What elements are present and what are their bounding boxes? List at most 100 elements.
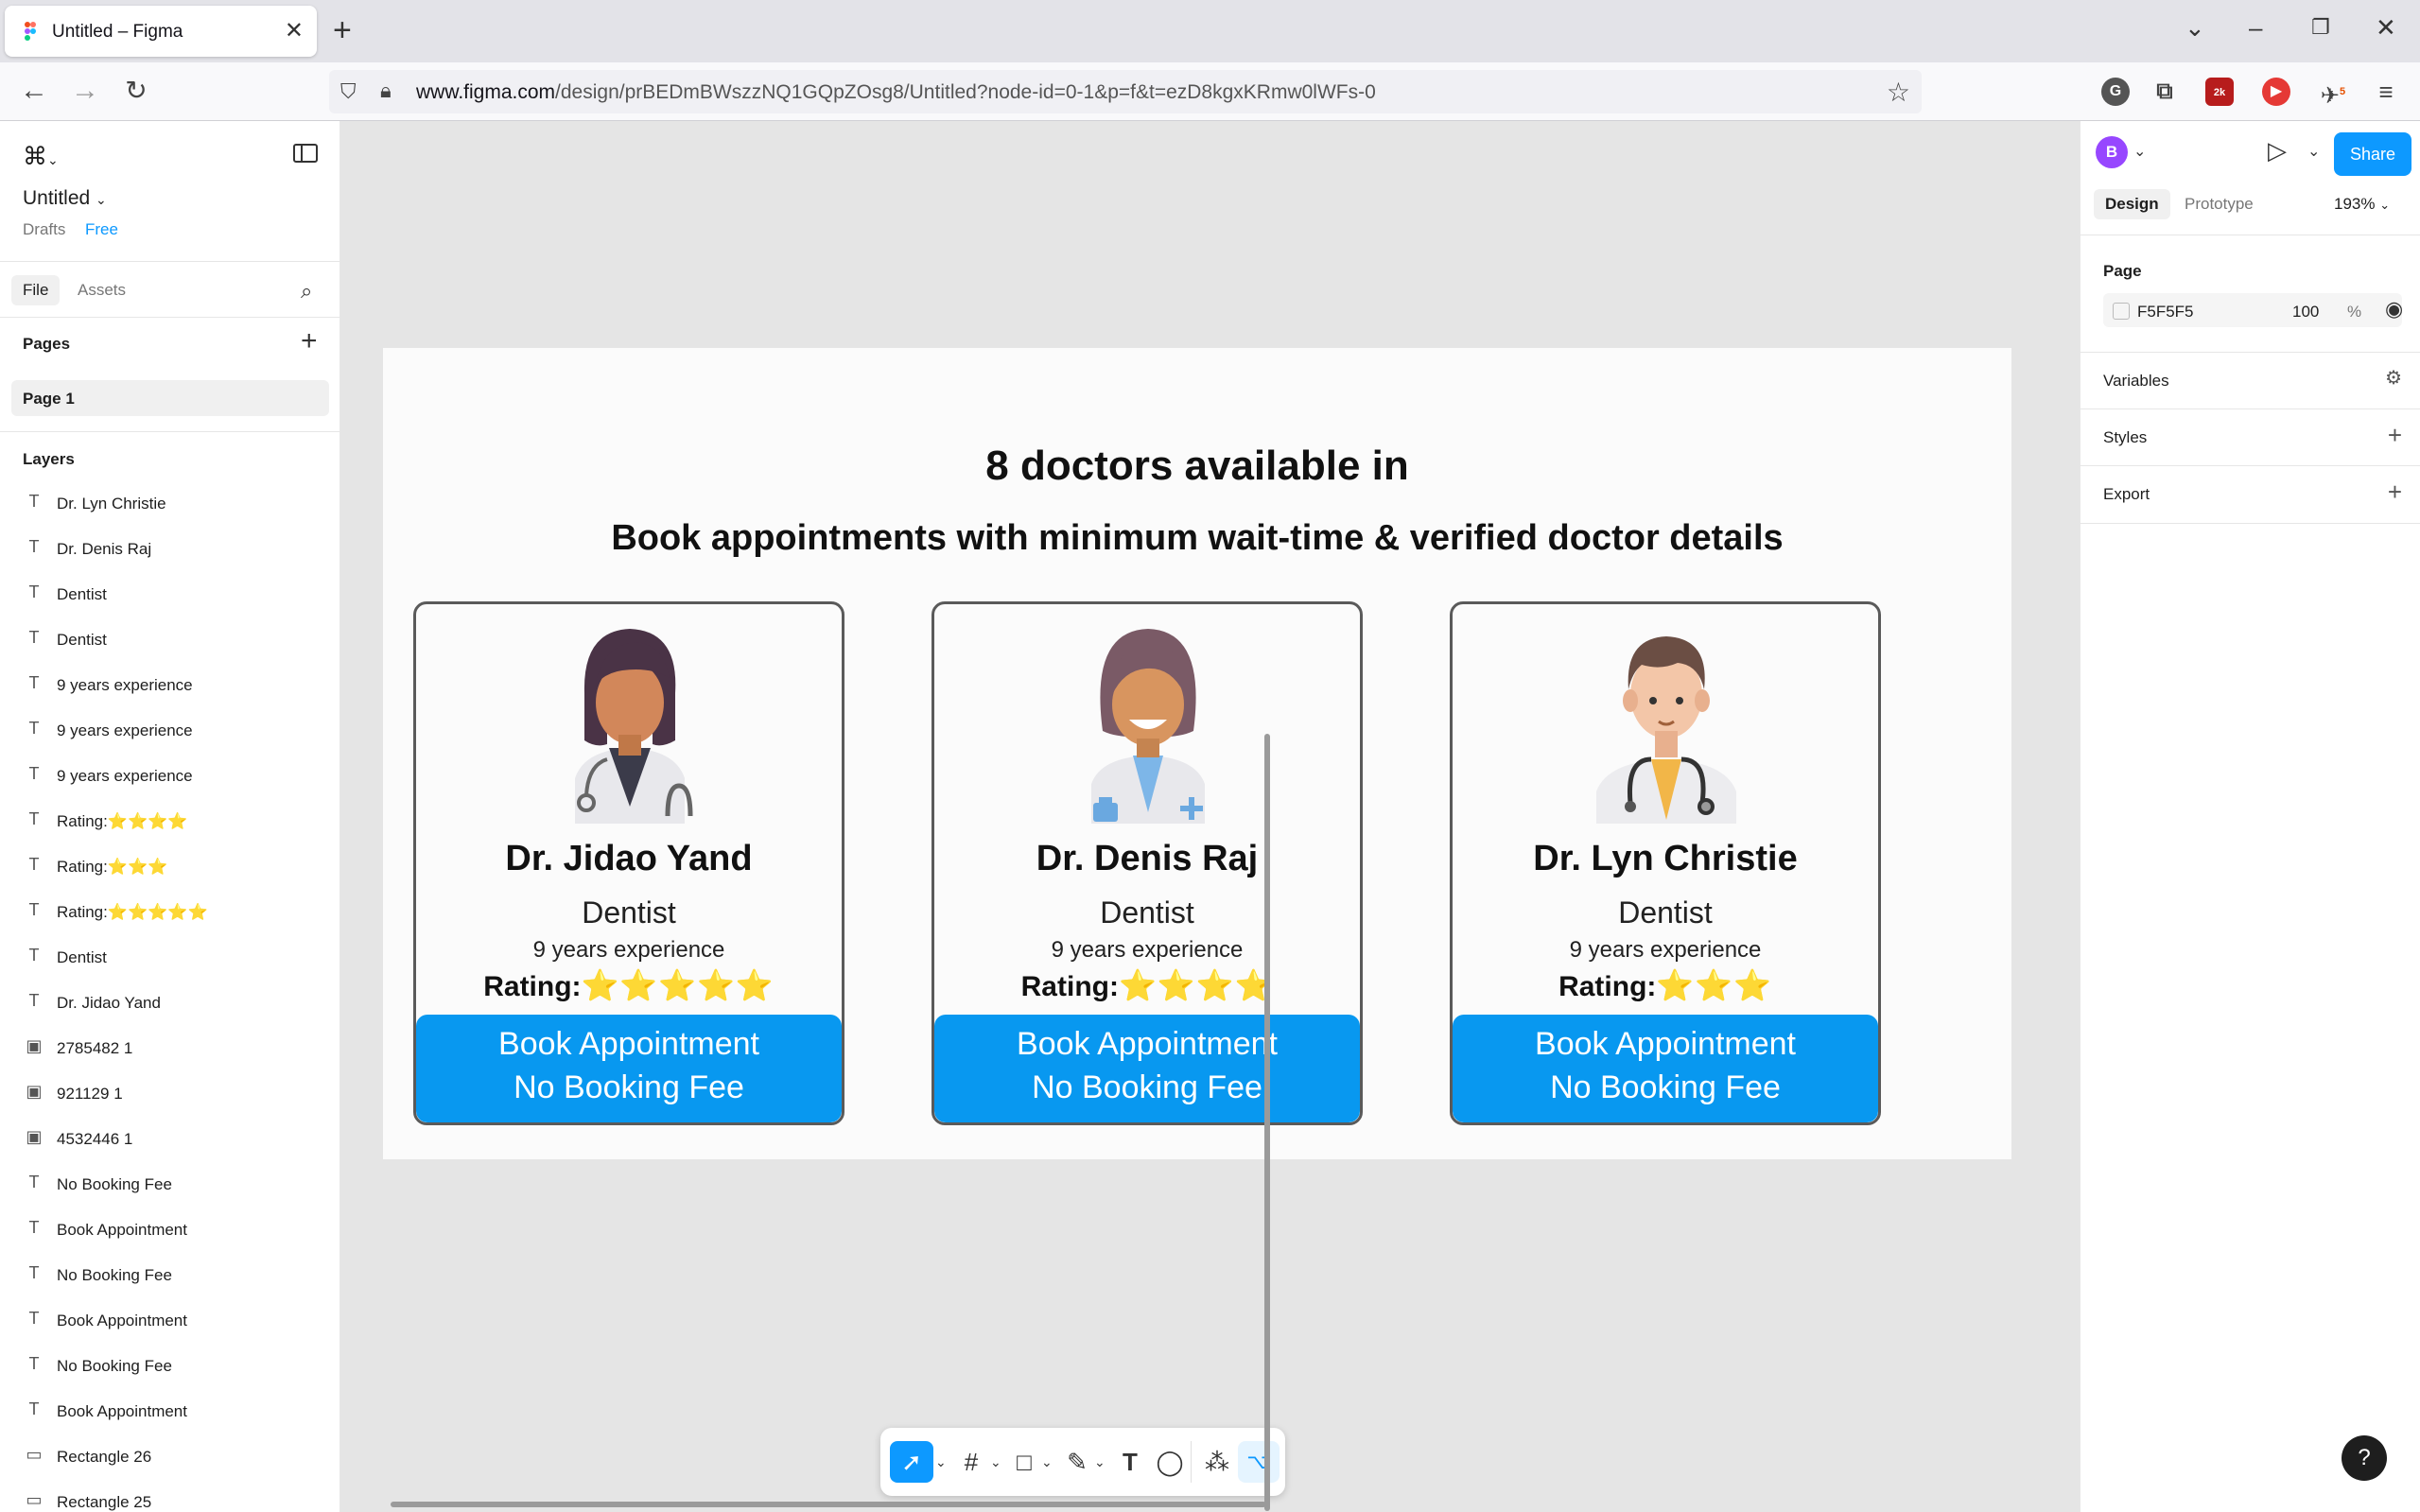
url-bar[interactable]: ⛉ 🔒︎ www.figma.com/design/prBEDmBWszzNQ1… xyxy=(329,70,1922,113)
layer-item[interactable]: ▭ Rectangle 26 xyxy=(0,1434,340,1479)
layer-item[interactable]: ▣ 921129 1 xyxy=(0,1070,340,1116)
add-style-icon[interactable]: + xyxy=(2388,421,2402,450)
layer-item[interactable]: T 9 years experience xyxy=(0,753,340,798)
doctor-name[interactable]: Dr. Lyn Christie xyxy=(1453,839,1878,879)
comment-tool-icon[interactable]: ◯ xyxy=(1151,1441,1189,1483)
layer-item[interactable]: T Dentist xyxy=(0,934,340,980)
dev-mode-icon[interactable]: ⌥ xyxy=(1238,1441,1280,1483)
book-appointment-button[interactable]: Book Appointment No Booking Fee xyxy=(934,1015,1360,1122)
g-extension-icon[interactable]: G xyxy=(2101,78,2130,106)
pen-tool-chevron-icon[interactable]: ⌄ xyxy=(1094,1441,1106,1483)
doctor-specialty[interactable]: Dentist xyxy=(416,895,842,930)
doctor-name[interactable]: Dr. Denis Raj xyxy=(934,839,1360,879)
rectangle-tool-icon[interactable]: □ xyxy=(1005,1441,1043,1483)
doctor-experience[interactable]: 9 years experience xyxy=(416,937,842,964)
frame-title[interactable]: 8 doctors available in xyxy=(383,443,2011,490)
close-window-icon[interactable]: ✕ xyxy=(2376,13,2396,43)
male-doctor-avatar[interactable] xyxy=(1583,617,1750,824)
file-name[interactable]: Untitled ⌄ xyxy=(23,187,107,210)
layer-item[interactable]: T No Booking Fee xyxy=(0,1343,340,1388)
doctor-card[interactable]: Dr. Lyn Christie Dentist 9 years experie… xyxy=(1450,601,1881,1125)
canvas[interactable]: 8 doctors available in Book appointments… xyxy=(341,121,2080,1512)
layer-item[interactable]: T Dr. Jidao Yand xyxy=(0,980,340,1025)
page-opacity[interactable]: 100 xyxy=(2292,303,2319,322)
layer-item[interactable]: T Dentist xyxy=(0,617,340,662)
color-swatch[interactable] xyxy=(2113,303,2130,320)
sidebar-toggle-icon[interactable] xyxy=(293,144,318,163)
avatar[interactable]: B xyxy=(2096,136,2128,168)
layer-item[interactable]: T No Booking Fee xyxy=(0,1161,340,1207)
layer-item[interactable]: T Rating:⭐⭐⭐⭐⭐ xyxy=(0,889,340,934)
doctor-rating[interactable]: Rating:⭐⭐⭐⭐ xyxy=(934,967,1360,1003)
tab-assets[interactable]: Assets xyxy=(78,281,126,300)
doctor-name[interactable]: Dr. Jidao Yand xyxy=(416,839,842,879)
vertical-scrollbar[interactable] xyxy=(1264,734,1270,1511)
zoom-level[interactable]: 193% ⌄ xyxy=(2334,195,2390,214)
shield-icon[interactable]: ⛉ xyxy=(340,79,357,104)
book-appointment-button[interactable]: Book Appointment No Booking Fee xyxy=(1453,1015,1878,1122)
layer-item[interactable]: ▣ 2785482 1 xyxy=(0,1025,340,1070)
frame-tool-icon[interactable]: # xyxy=(952,1441,990,1483)
add-page-icon[interactable]: + xyxy=(301,325,318,357)
doctor-rating[interactable]: Rating:⭐⭐⭐⭐⭐ xyxy=(416,967,842,1003)
tab-list-chevron-icon[interactable]: ⌄ xyxy=(2185,13,2205,43)
book-appointment-button[interactable]: Book Appointment No Booking Fee xyxy=(416,1015,842,1122)
layer-item[interactable]: T Rating:⭐⭐⭐⭐ xyxy=(0,798,340,843)
layer-item[interactable]: T 9 years experience xyxy=(0,707,340,753)
close-tab-icon[interactable]: ✕ xyxy=(285,17,304,44)
help-button[interactable]: ? xyxy=(2342,1435,2387,1481)
drafts-label[interactable]: Drafts xyxy=(23,220,65,239)
chevron-down-icon[interactable]: ⌄ xyxy=(2307,142,2320,161)
layer-item[interactable]: T No Booking Fee xyxy=(0,1252,340,1297)
doctor-specialty[interactable]: Dentist xyxy=(934,895,1360,930)
reload-icon[interactable]: ↻ xyxy=(117,72,155,110)
share-button[interactable]: Share xyxy=(2334,132,2411,176)
frame-tool-chevron-icon[interactable]: ⌄ xyxy=(990,1441,1001,1483)
pen-tool-icon[interactable]: ✎ xyxy=(1058,1441,1096,1483)
layer-item[interactable]: T Book Appointment xyxy=(0,1388,340,1434)
frame-subtitle[interactable]: Book appointments with minimum wait-time… xyxy=(383,518,2011,559)
doctor-card[interactable]: Dr. Denis Raj Dentist 9 years experience… xyxy=(931,601,1363,1125)
present-play-icon[interactable]: ▷ xyxy=(2268,136,2287,165)
extensions-puzzle-icon[interactable]: ⧉ xyxy=(2150,78,2179,106)
layer-item[interactable]: T Dentist xyxy=(0,571,340,617)
tab-design[interactable]: Design xyxy=(2094,189,2170,219)
extension-icon[interactable]: ✈5 xyxy=(2319,78,2347,109)
add-export-icon[interactable]: + xyxy=(2388,478,2402,507)
youtube-extension-icon[interactable]: ▶ xyxy=(2262,78,2290,106)
layer-item[interactable]: T Rating:⭐⭐⭐ xyxy=(0,843,340,889)
eye-icon[interactable]: ◉ xyxy=(2385,297,2403,322)
page-item[interactable]: Page 1 xyxy=(11,380,329,416)
move-tool-chevron-icon[interactable]: ⌄ xyxy=(935,1441,947,1483)
minimize-icon[interactable]: – xyxy=(2249,13,2262,43)
restore-icon[interactable]: ❐ xyxy=(2311,15,2330,40)
horizontal-scrollbar[interactable] xyxy=(391,1502,1266,1507)
doctor-card[interactable]: Dr. Jidao Yand Dentist 9 years experienc… xyxy=(413,601,844,1125)
figma-menu-icon[interactable]: ⌘⌄ xyxy=(23,142,59,171)
female-doctor-avatar[interactable] xyxy=(547,617,713,824)
forward-icon[interactable]: → xyxy=(66,72,104,110)
plan-badge[interactable]: Free xyxy=(85,220,118,239)
chevron-down-icon[interactable]: ⌄ xyxy=(2133,142,2146,161)
tab-file[interactable]: File xyxy=(11,275,61,305)
layer-item[interactable]: T Book Appointment xyxy=(0,1207,340,1252)
doctor-rating[interactable]: Rating:⭐⭐⭐ xyxy=(1453,967,1878,1003)
new-tab-button[interactable]: + xyxy=(333,11,352,49)
layer-item[interactable]: T 9 years experience xyxy=(0,662,340,707)
female-doctor-avatar[interactable] xyxy=(1065,617,1231,824)
text-tool-icon[interactable]: T xyxy=(1111,1441,1149,1483)
doctor-specialty[interactable]: Dentist xyxy=(1453,895,1878,930)
lock-icon[interactable]: 🔒︎ xyxy=(380,78,392,103)
page-color-field[interactable]: F5F5F5 100 % xyxy=(2103,293,2402,327)
doctor-experience[interactable]: 9 years experience xyxy=(1453,937,1878,964)
layer-item[interactable]: ▭ Rectangle 25 xyxy=(0,1479,340,1512)
page-color-hex[interactable]: F5F5F5 xyxy=(2137,303,2194,322)
menu-icon[interactable]: ≡ xyxy=(2372,78,2400,106)
design-frame[interactable]: 8 doctors available in Book appointments… xyxy=(383,348,2011,1159)
doctor-experience[interactable]: 9 years experience xyxy=(934,937,1360,964)
variables-settings-icon[interactable]: ⚙ xyxy=(2385,366,2402,390)
layer-item[interactable]: ▣ 4532446 1 xyxy=(0,1116,340,1161)
browser-tab[interactable]: Untitled – Figma ✕ xyxy=(5,6,317,57)
search-icon[interactable]: ⌕ xyxy=(301,279,312,304)
tab-prototype[interactable]: Prototype xyxy=(2185,195,2254,214)
